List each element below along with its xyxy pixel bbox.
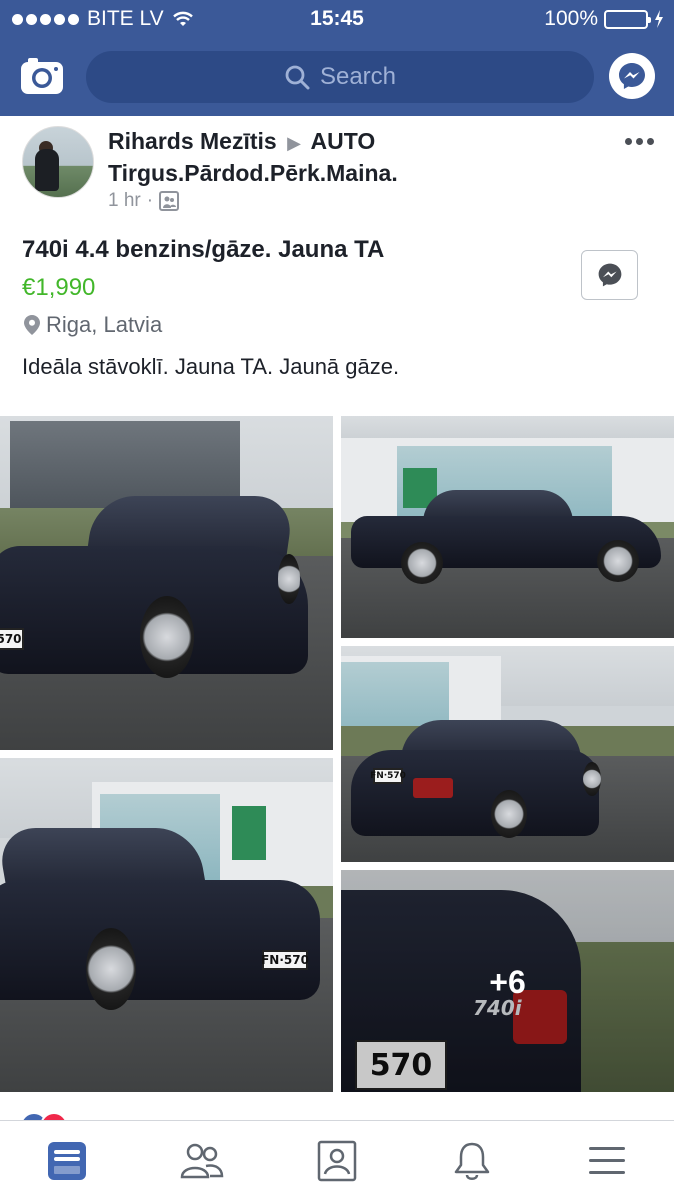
- group-photo-icon: [159, 191, 180, 211]
- listing-location: Riga, Latvia: [24, 312, 162, 338]
- car-photo-more[interactable]: 740i 570 +6: [341, 870, 674, 1092]
- menu-icon: [588, 1146, 625, 1174]
- status-bar: BITE LV 15:45 100%: [0, 0, 674, 38]
- battery-icon: [604, 9, 651, 29]
- camera-button[interactable]: [18, 54, 66, 98]
- car-photo-3[interactable]: FN·570: [341, 646, 674, 862]
- battery-info: 100%: [544, 7, 664, 31]
- tab-menu[interactable]: [539, 1121, 674, 1200]
- tab-news-feed[interactable]: [0, 1121, 135, 1200]
- camera-icon: [21, 58, 63, 94]
- car-photo-2[interactable]: [341, 416, 674, 638]
- tab-friends[interactable]: [135, 1121, 270, 1200]
- location-text: Riga, Latvia: [46, 312, 163, 337]
- bottom-tab-bar: [0, 1120, 674, 1200]
- more-options-button[interactable]: [625, 138, 654, 145]
- friends-icon: [180, 1143, 224, 1178]
- search-input[interactable]: Search: [86, 51, 594, 103]
- more-horizontal-icon: [625, 138, 654, 145]
- messenger-icon: [598, 263, 621, 287]
- battery-percent: 100%: [544, 7, 598, 30]
- car-photo-1[interactable]: 570: [0, 416, 333, 750]
- search-icon: [285, 65, 310, 90]
- listing-title: 740i 4.4 benzins/gāze. Jauna TA: [22, 236, 385, 263]
- profile-card-icon: [317, 1140, 357, 1181]
- tab-notifications[interactable]: [404, 1121, 539, 1200]
- top-bar: BITE LV 15:45 100% Search: [0, 0, 674, 116]
- message-seller-button[interactable]: [581, 250, 638, 300]
- author-name[interactable]: Rihards Mezītis: [108, 128, 277, 154]
- listing-price: €1,990: [22, 274, 96, 301]
- group-name-part1[interactable]: AUTO: [311, 128, 376, 154]
- meta-separator: ·: [146, 190, 154, 211]
- tab-profile[interactable]: [270, 1121, 405, 1200]
- group-name-part2[interactable]: Tirgus.Pārdod.Pērk.Maina.: [108, 160, 398, 186]
- post-header-text: Rihards Mezītis ▶ AUTO Tirgus.Pārdod.Pēr…: [108, 126, 608, 188]
- car-photo-4[interactable]: FN·570: [0, 758, 333, 1092]
- more-photos-count: +6: [489, 964, 526, 1000]
- bell-icon: [454, 1142, 490, 1180]
- messenger-icon: [619, 63, 645, 89]
- listing-description: Ideāla stāvoklī. Jauna TA. Jaunā gāze.: [22, 354, 400, 379]
- location-pin-icon: [24, 315, 40, 335]
- post-time[interactable]: 1 hr: [108, 190, 141, 212]
- avatar[interactable]: [22, 126, 94, 198]
- news-feed-icon: [48, 1141, 87, 1180]
- messenger-button[interactable]: [609, 53, 655, 99]
- search-placeholder: Search: [319, 63, 397, 90]
- post-meta: 1 hr ·: [108, 190, 180, 212]
- arrow-right-icon: ▶: [287, 133, 301, 153]
- charging-icon: [655, 10, 663, 28]
